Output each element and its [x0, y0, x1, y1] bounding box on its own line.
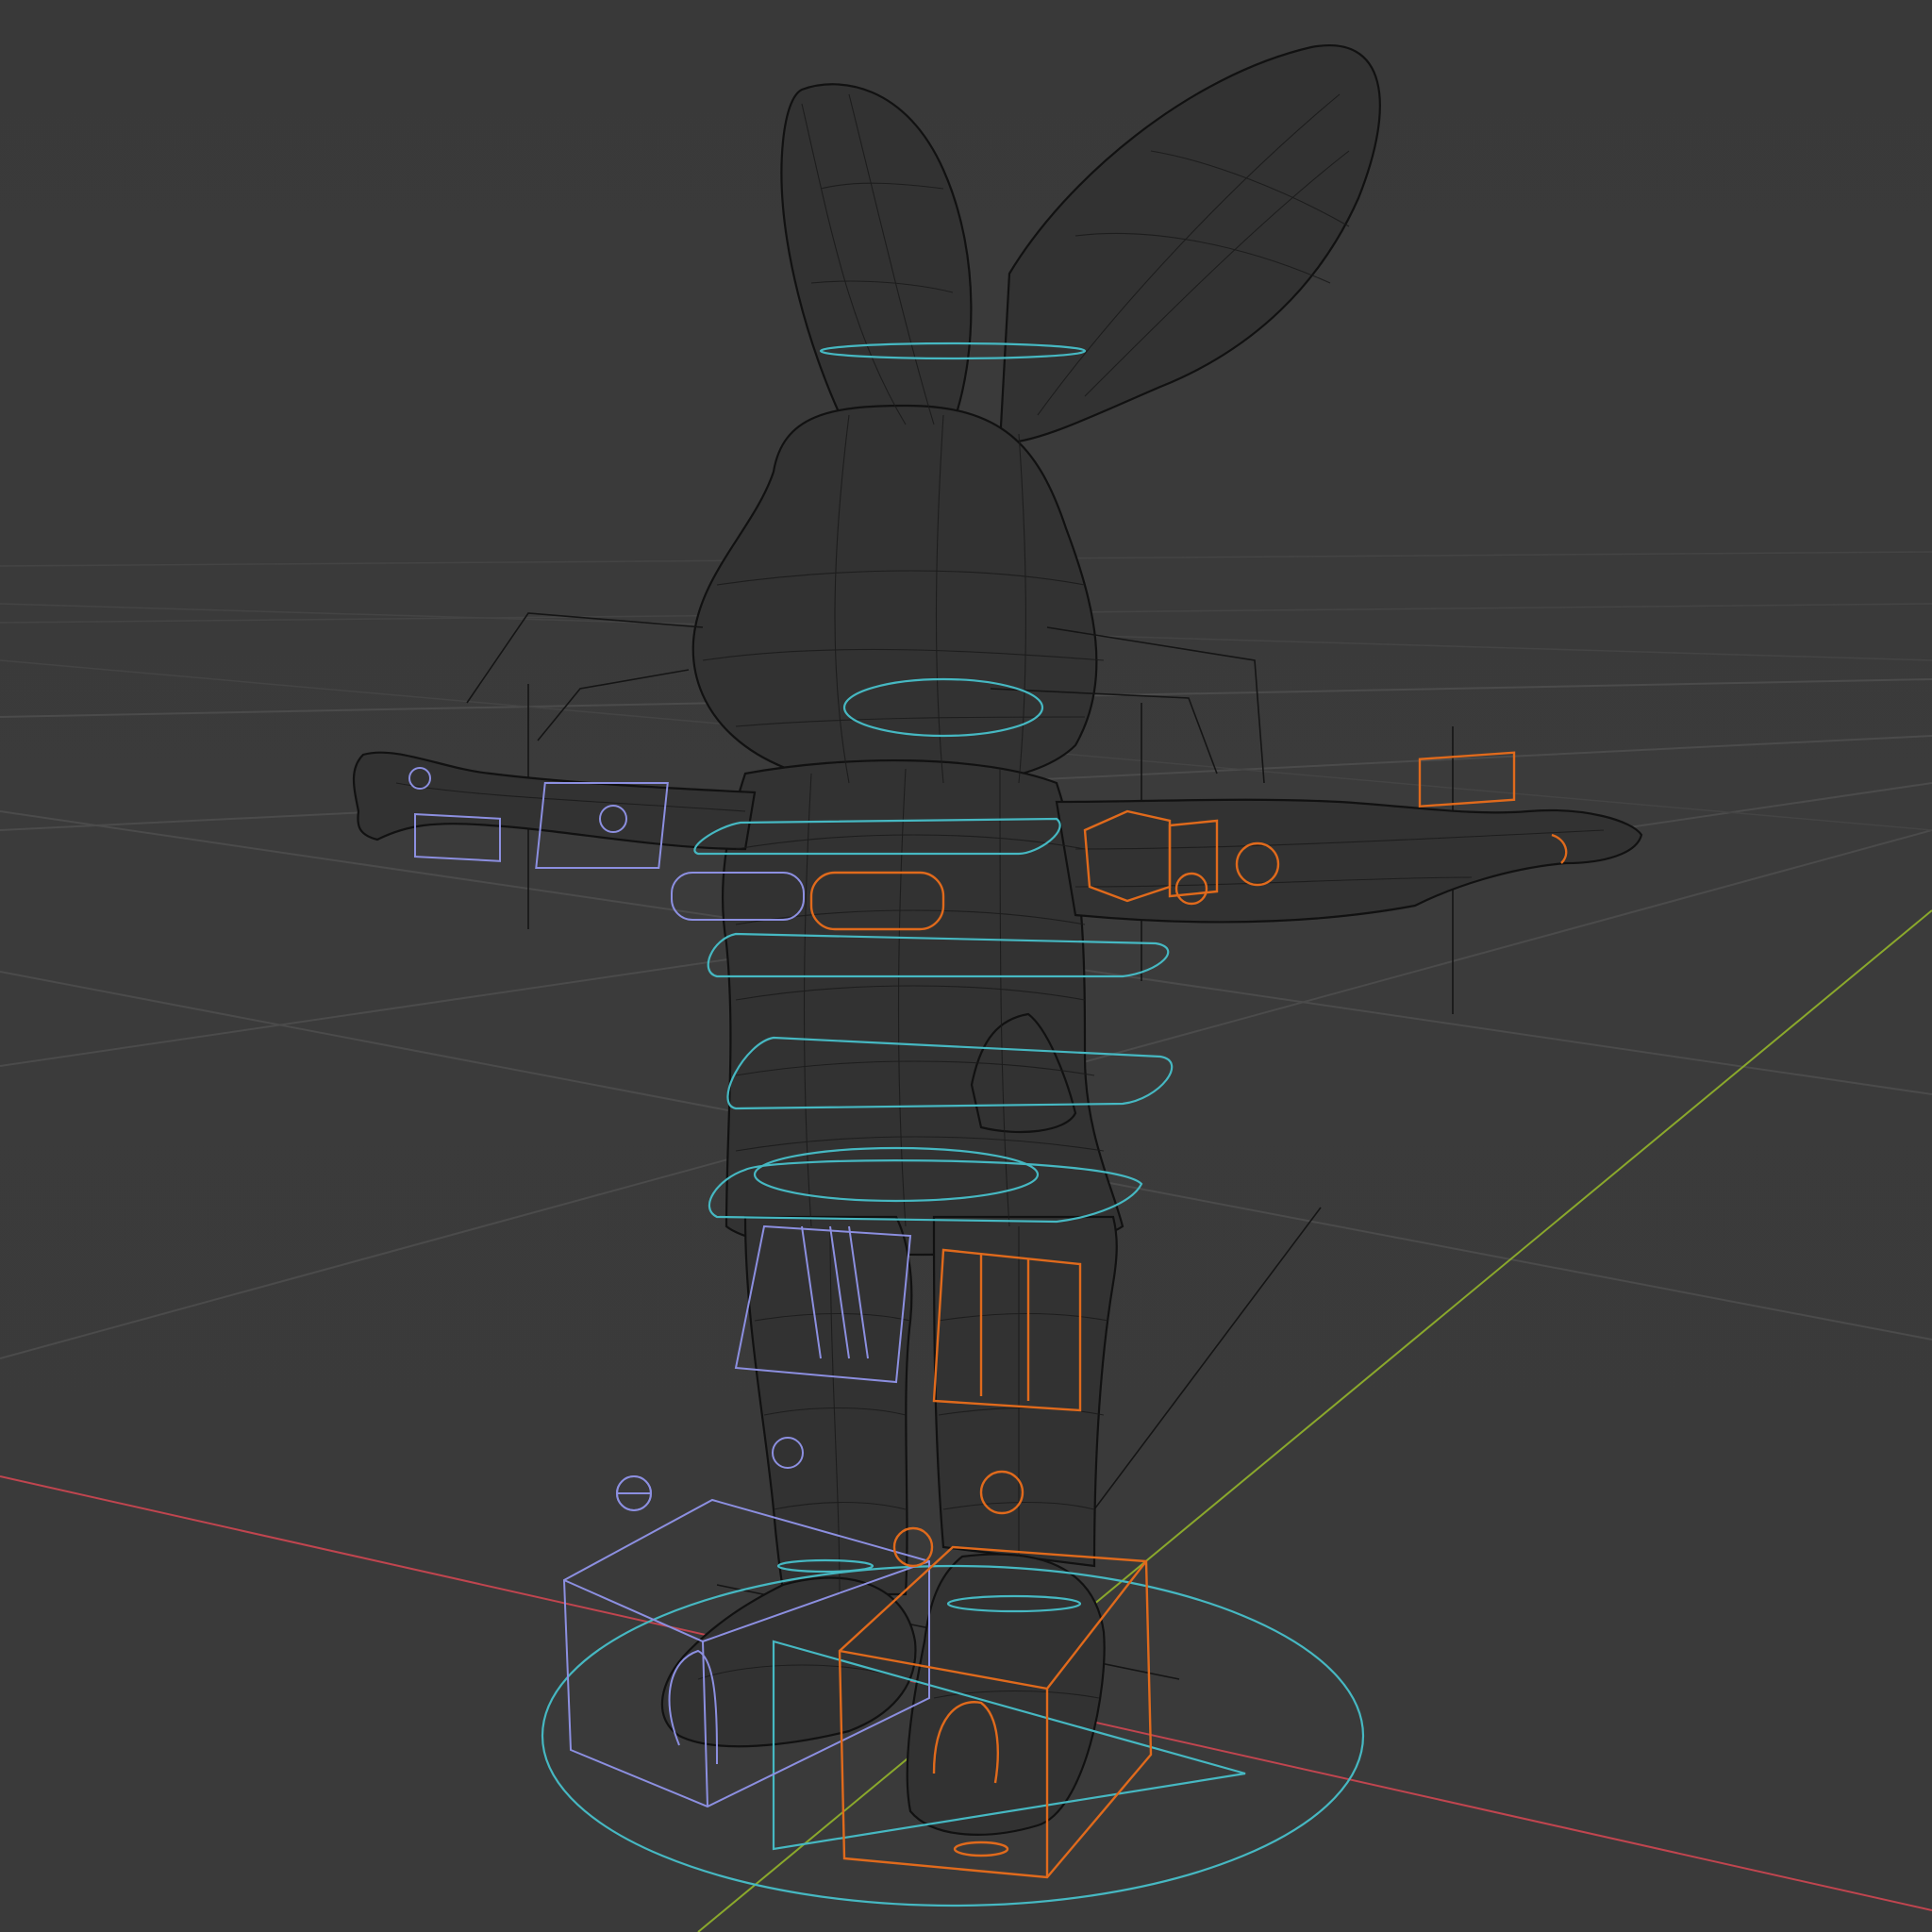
viewport-canvas[interactable] [0, 0, 1932, 1932]
right-heel-control[interactable] [953, 1840, 1009, 1857]
3d-viewport[interactable] [0, 0, 1932, 1932]
ground-pivot-control[interactable] [616, 1475, 652, 1511]
